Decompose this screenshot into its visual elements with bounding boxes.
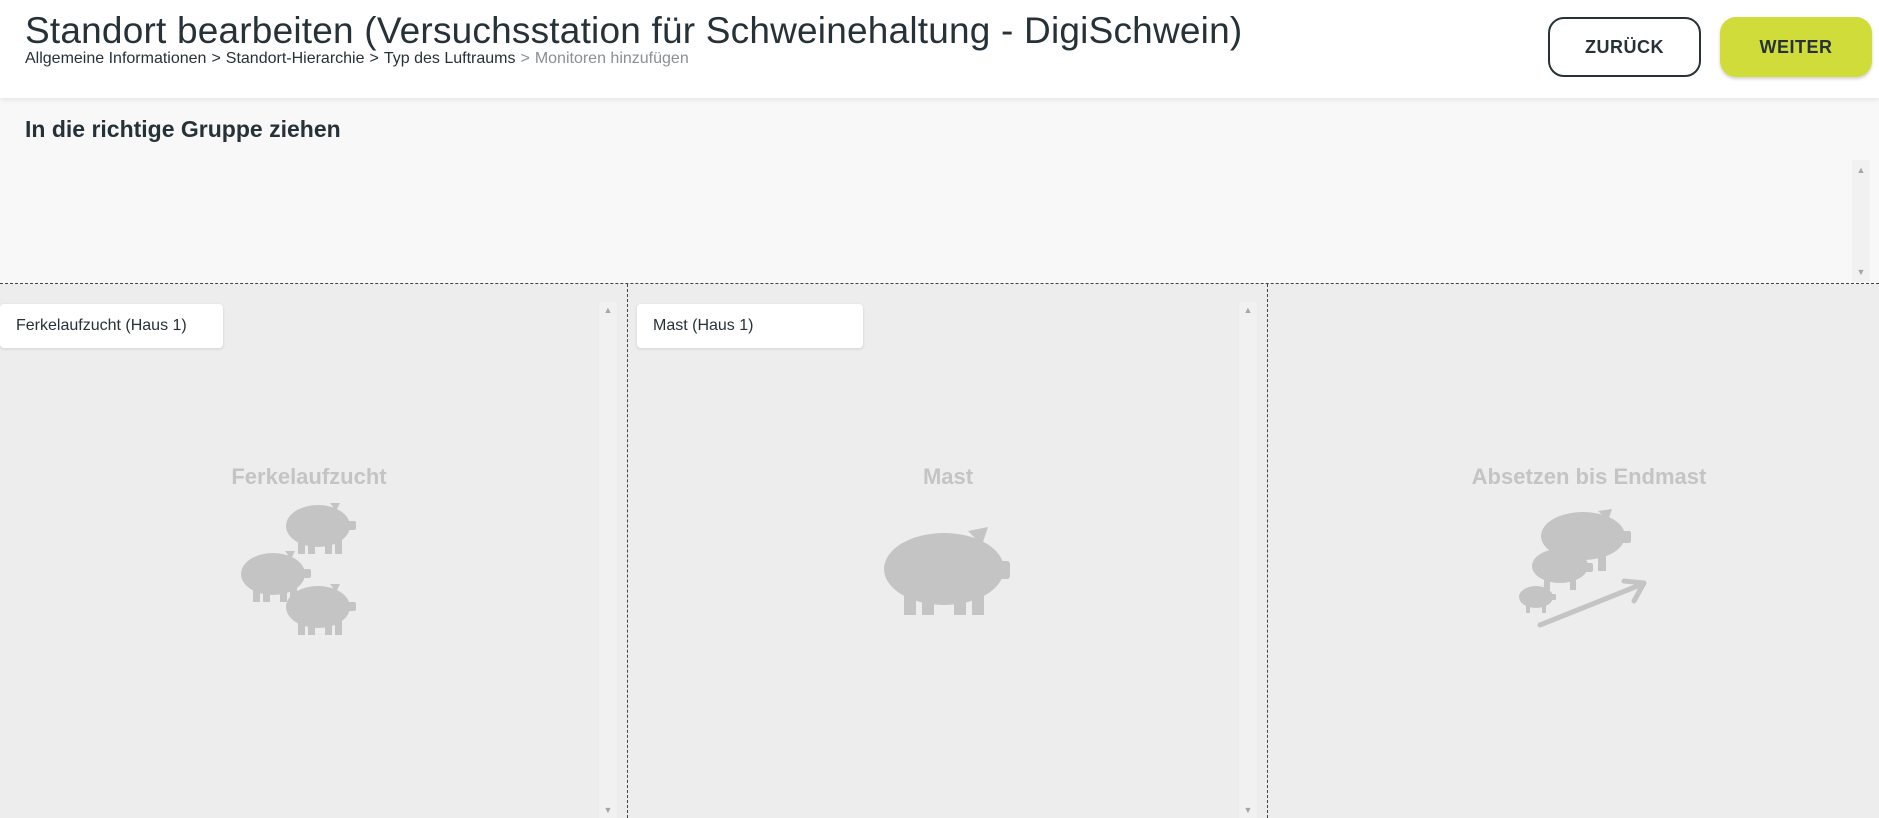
- location-chip[interactable]: Ferkelaufzucht (Haus 1): [0, 304, 223, 348]
- breadcrumb-step-general-info[interactable]: Allgemeine Informationen: [25, 50, 206, 67]
- scroll-up-arrow-icon[interactable]: ▲: [599, 302, 617, 318]
- breadcrumb-step-airspace-type[interactable]: Typ des Luftraums: [384, 50, 516, 67]
- group-mast[interactable]: Mast (Haus 1) Mast ▲ ▼: [628, 284, 1268, 818]
- breadcrumb-separator: >: [369, 50, 379, 67]
- breadcrumb-step-add-monitors: Monitoren hinzufügen: [534, 50, 689, 67]
- breadcrumb-separator: >: [520, 50, 530, 67]
- breadcrumb: Allgemeine Informationen > Standort-Hierar…: [25, 50, 689, 68]
- page-header: Standort bearbeiten (Versuchsstation für…: [0, 0, 1879, 98]
- pig-icon: [884, 527, 1014, 617]
- pool-scrollbar[interactable]: ▲ ▼: [1852, 160, 1870, 282]
- drag-pool-heading: In die richtige Gruppe ziehen: [25, 116, 341, 142]
- next-button[interactable]: WEITER: [1720, 17, 1872, 77]
- scroll-down-arrow-icon[interactable]: ▼: [599, 802, 617, 818]
- back-button[interactable]: ZURÜCK: [1548, 17, 1701, 77]
- group-drop-zones: Ferkelaufzucht (Haus 1) Ferkelaufzucht ▲…: [0, 283, 1879, 818]
- page-title: Standort bearbeiten (Versuchsstation für…: [25, 10, 1243, 51]
- breadcrumb-separator: >: [211, 50, 221, 67]
- breadcrumb-step-hierarchy[interactable]: Standort-Hierarchie: [226, 50, 365, 67]
- group-scrollbar[interactable]: ▲ ▼: [1239, 302, 1257, 818]
- scroll-up-arrow-icon[interactable]: ▲: [1239, 302, 1257, 318]
- drag-pool-area[interactable]: ▲ ▼: [0, 150, 1879, 283]
- scroll-down-arrow-icon[interactable]: ▼: [1852, 264, 1870, 280]
- scroll-down-arrow-icon[interactable]: ▼: [1239, 802, 1257, 818]
- group-label: Ferkelaufzucht: [231, 464, 387, 489]
- group-absetzen-bis-endmast[interactable]: Absetzen bis Endmast: [1268, 284, 1879, 818]
- group-ferkelaufzucht[interactable]: Ferkelaufzucht (Haus 1) Ferkelaufzucht ▲…: [0, 284, 628, 818]
- location-chip[interactable]: Mast (Haus 1): [637, 304, 863, 348]
- group-scrollbar[interactable]: ▲ ▼: [599, 302, 617, 818]
- group-label: Mast: [922, 464, 974, 489]
- piglets-icon: [238, 499, 378, 639]
- pig-growth-icon: [1518, 509, 1653, 629]
- group-label: Absetzen bis Endmast: [1471, 464, 1707, 489]
- scroll-up-arrow-icon[interactable]: ▲: [1852, 162, 1870, 178]
